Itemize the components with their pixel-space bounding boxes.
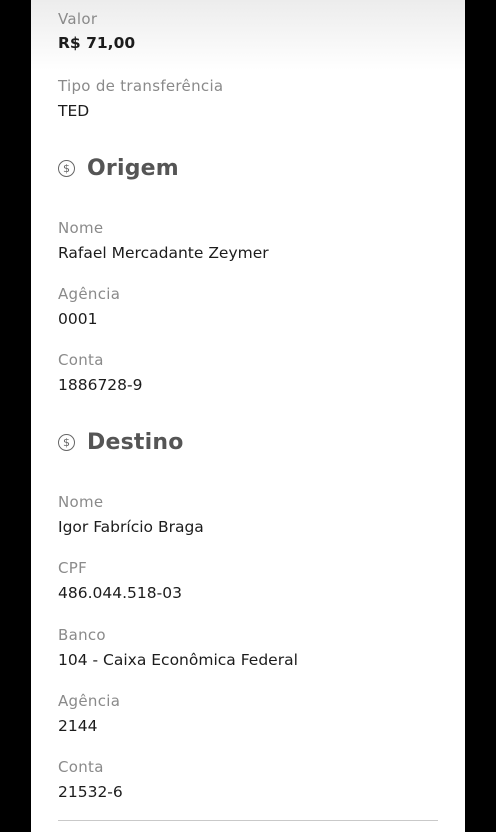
destino-section-header: $ Destino — [58, 430, 184, 455]
destino-cpf-field: CPF 486.044.518-03 — [58, 559, 182, 603]
tipo-field: Tipo de transferência TED — [58, 77, 223, 121]
divider — [58, 820, 438, 821]
origem-nome-field: Nome Rafael Mercadante Zeymer — [58, 219, 269, 263]
destino-agencia-value: 2144 — [58, 717, 98, 735]
origem-title: Origem — [87, 156, 179, 181]
dollar-circle-icon: $ — [58, 434, 75, 451]
origem-agencia-label: Agência — [58, 285, 121, 303]
origem-nome-label: Nome — [58, 219, 104, 237]
origem-conta-value: 1886728-9 — [58, 376, 143, 394]
destino-cpf-label: CPF — [58, 559, 88, 577]
destino-nome-label: Nome — [58, 493, 104, 511]
destino-conta-label: Conta — [58, 758, 104, 776]
tipo-value: TED — [58, 102, 90, 120]
origem-conta-field: Conta 1886728-9 — [58, 351, 143, 395]
origem-section-header: $ Origem — [58, 156, 179, 181]
valor-value: R$ 71,00 — [58, 34, 136, 52]
destino-nome-field: Nome Igor Fabrício Braga — [58, 493, 204, 537]
destino-banco-label: Banco — [58, 626, 106, 644]
destino-banco-field: Banco 104 - Caixa Econômica Federal — [58, 626, 298, 670]
destino-nome-value: Igor Fabrício Braga — [58, 518, 204, 536]
destino-agencia-field: Agência 2144 — [58, 692, 120, 736]
destino-agencia-label: Agência — [58, 692, 121, 710]
destino-conta-field: Conta 21532-6 — [58, 758, 123, 802]
destino-banco-value: 104 - Caixa Econômica Federal — [58, 651, 298, 669]
destino-title: Destino — [87, 430, 184, 455]
valor-label: Valor — [58, 10, 98, 28]
dollar-circle-icon: $ — [58, 160, 75, 177]
destino-cpf-value: 486.044.518-03 — [58, 584, 182, 602]
destino-conta-value: 21532-6 — [58, 783, 123, 801]
valor-field: Valor R$ 71,00 — [58, 10, 135, 53]
origem-conta-label: Conta — [58, 351, 104, 369]
origem-agencia-value: 0001 — [58, 310, 98, 328]
origem-agencia-field: Agência 0001 — [58, 285, 120, 329]
tipo-label: Tipo de transferência — [58, 77, 224, 95]
origem-nome-value: Rafael Mercadante Zeymer — [58, 244, 269, 262]
receipt-panel: Valor R$ 71,00 Tipo de transferência TED… — [31, 0, 465, 832]
